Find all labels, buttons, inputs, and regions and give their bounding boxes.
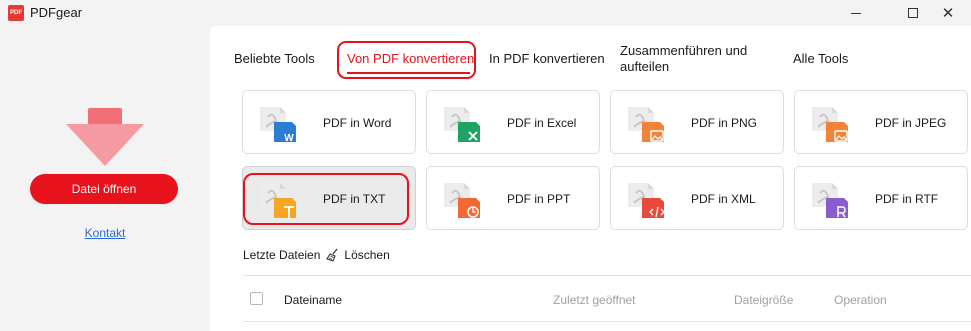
- excel-icon: [444, 107, 480, 142]
- sidebar: Datei öffnen Kontakt: [0, 26, 210, 331]
- tool-card-label: PDF in PNG: [691, 116, 758, 130]
- minimize-icon: [851, 12, 861, 14]
- svg-text:W: W: [284, 133, 294, 144]
- tool-card-pdf-in-word[interactable]: W PDF in Word: [242, 90, 416, 154]
- tool-card-pdf-in-jpeg[interactable]: PDF in JPEG: [794, 90, 968, 154]
- maximize-icon: [908, 8, 918, 18]
- tool-card-label: PDF in PPT: [507, 192, 571, 206]
- tab-bar: Beliebte Tools Von PDF konvertieren In P…: [210, 26, 971, 84]
- table-top-divider: [243, 275, 971, 276]
- main-panel: Beliebte Tools Von PDF konvertieren In P…: [210, 26, 971, 331]
- image-icon: [628, 107, 664, 142]
- selected-tool-highlight: [243, 173, 409, 225]
- tab-popular-tools[interactable]: Beliebte Tools: [234, 51, 315, 67]
- contact-link[interactable]: Kontakt: [0, 226, 210, 240]
- select-all-checkbox[interactable]: [250, 292, 263, 305]
- tab-merge-split[interactable]: Zusammenführen und aufteilen: [620, 43, 780, 75]
- tab-all-tools[interactable]: Alle Tools: [793, 51, 848, 67]
- tool-card-pdf-in-rtf[interactable]: PDF in RTF: [794, 166, 968, 230]
- tool-card-pdf-in-png[interactable]: PDF in PNG: [610, 90, 784, 154]
- open-file-button[interactable]: Datei öffnen: [30, 174, 178, 204]
- column-header-operation: Operation: [834, 293, 887, 307]
- ppt-icon: [444, 183, 480, 218]
- word-icon: W: [260, 107, 296, 144]
- recent-files-table-header: Dateiname Zuletzt geöffnet Dateigröße Op…: [243, 290, 971, 310]
- column-header-file-size[interactable]: Dateigröße: [734, 293, 793, 307]
- app-title: PDFgear: [30, 5, 83, 20]
- tool-card-pdf-in-ppt[interactable]: PDF in PPT: [426, 166, 600, 230]
- tool-card-label: PDF in Word: [323, 116, 392, 130]
- tool-card-label: PDF in RTF: [875, 192, 939, 206]
- minimize-button[interactable]: [833, 0, 879, 26]
- close-button[interactable]: ✕: [925, 0, 971, 26]
- tool-card-pdf-in-xml[interactable]: PDF in XML: [610, 166, 784, 230]
- clear-recent-button[interactable]: Löschen: [326, 248, 390, 262]
- xml-icon: [628, 183, 665, 218]
- clear-recent-label: Löschen: [344, 248, 390, 262]
- tab-convert-to-pdf[interactable]: In PDF konvertieren: [489, 51, 605, 67]
- drop-file-arrow-icon: [66, 108, 144, 166]
- recent-files-header: Letzte Dateien Löschen: [243, 247, 390, 263]
- tool-card-label: PDF in JPEG: [875, 116, 947, 130]
- title-bar: PDF PDFgear ✕: [0, 0, 971, 26]
- column-header-last-opened[interactable]: Zuletzt geöffnet: [553, 293, 636, 307]
- tool-card-label: PDF in XML: [691, 192, 756, 206]
- tool-card-label: PDF in Excel: [507, 116, 577, 130]
- app-logo: PDF: [8, 5, 24, 21]
- app-window: PDF PDFgear ✕ Datei öffnen Kontakt Belie…: [0, 0, 971, 331]
- image-icon: [812, 107, 848, 142]
- recent-files-title: Letzte Dateien: [243, 248, 321, 262]
- column-header-filename[interactable]: Dateiname: [284, 293, 342, 307]
- tool-card-pdf-in-excel[interactable]: PDF in Excel: [426, 90, 600, 154]
- broom-icon: [326, 248, 338, 262]
- table-header-divider: [243, 321, 971, 322]
- close-icon: ✕: [941, 4, 955, 22]
- active-tab-highlight: [337, 41, 476, 79]
- rtf-icon: [812, 183, 848, 218]
